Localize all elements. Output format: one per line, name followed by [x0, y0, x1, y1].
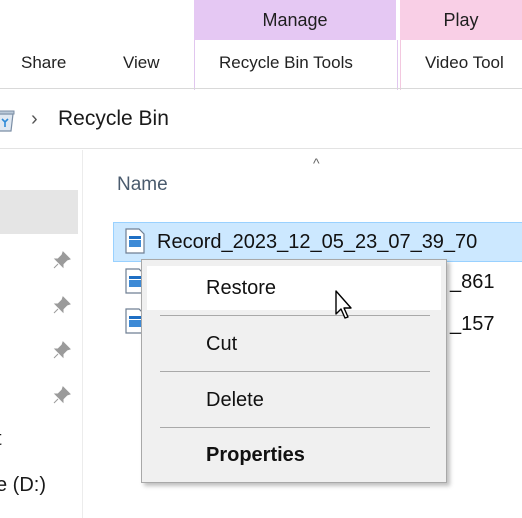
tab-view-label: View — [123, 53, 160, 72]
sort-ascending-icon: ^ — [313, 155, 320, 171]
play-label: Play — [443, 9, 479, 30]
ribbon-contextual-manage: Manage — [194, 0, 396, 40]
menu-item-properties[interactable]: Properties — [206, 444, 305, 467]
nav-item-selected[interactable] — [0, 190, 78, 234]
column-header-name[interactable]: Name — [117, 174, 168, 196]
tab-view[interactable]: View — [123, 40, 160, 86]
tab-recycle-bin-tools-label: Recycle Bin Tools — [219, 53, 353, 72]
breadcrumb-separator: › — [31, 108, 38, 130]
manage-label: Manage — [262, 9, 328, 30]
menu-item-restore[interactable]: Restore — [206, 277, 276, 300]
menu-separator — [160, 315, 430, 316]
video-file-icon — [124, 228, 146, 254]
address-divider — [0, 148, 522, 149]
tab-video-tools-label: Video Tool — [425, 53, 504, 72]
breadcrumb-recycle-bin[interactable]: Recycle Bin — [58, 107, 169, 131]
file-name[interactable]: Record_2023_12_05_23_07_39_70 — [157, 231, 477, 254]
nav-pane-divider — [82, 150, 83, 518]
menu-separator — [160, 427, 430, 428]
pin-icon — [52, 385, 72, 405]
recycle-bin-icon — [0, 107, 18, 133]
tab-share-label: Share — [21, 53, 67, 72]
pin-icon — [52, 250, 72, 270]
tab-video-tools[interactable]: Video Tool — [425, 40, 504, 86]
menu-separator — [160, 371, 430, 372]
tab-recycle-bin-tools[interactable]: Recycle Bin Tools — [219, 40, 353, 86]
nav-item-drive[interactable]: t — [0, 428, 2, 451]
menu-item-delete[interactable]: Delete — [206, 389, 264, 412]
nav-item-drive-d[interactable]: e (D:) — [0, 474, 46, 497]
pin-icon — [52, 340, 72, 360]
mouse-cursor-icon — [334, 290, 358, 322]
ribbon-divider — [0, 88, 522, 89]
menu-item-cut[interactable]: Cut — [206, 333, 237, 356]
file-name[interactable]: _157 — [450, 313, 495, 336]
file-name[interactable]: _861 — [450, 271, 495, 294]
ribbon-contextual-play: Play — [400, 0, 522, 40]
tab-share[interactable]: Share — [21, 40, 66, 86]
pin-icon — [52, 295, 72, 315]
menu-item-restore-highlight[interactable] — [147, 266, 441, 310]
